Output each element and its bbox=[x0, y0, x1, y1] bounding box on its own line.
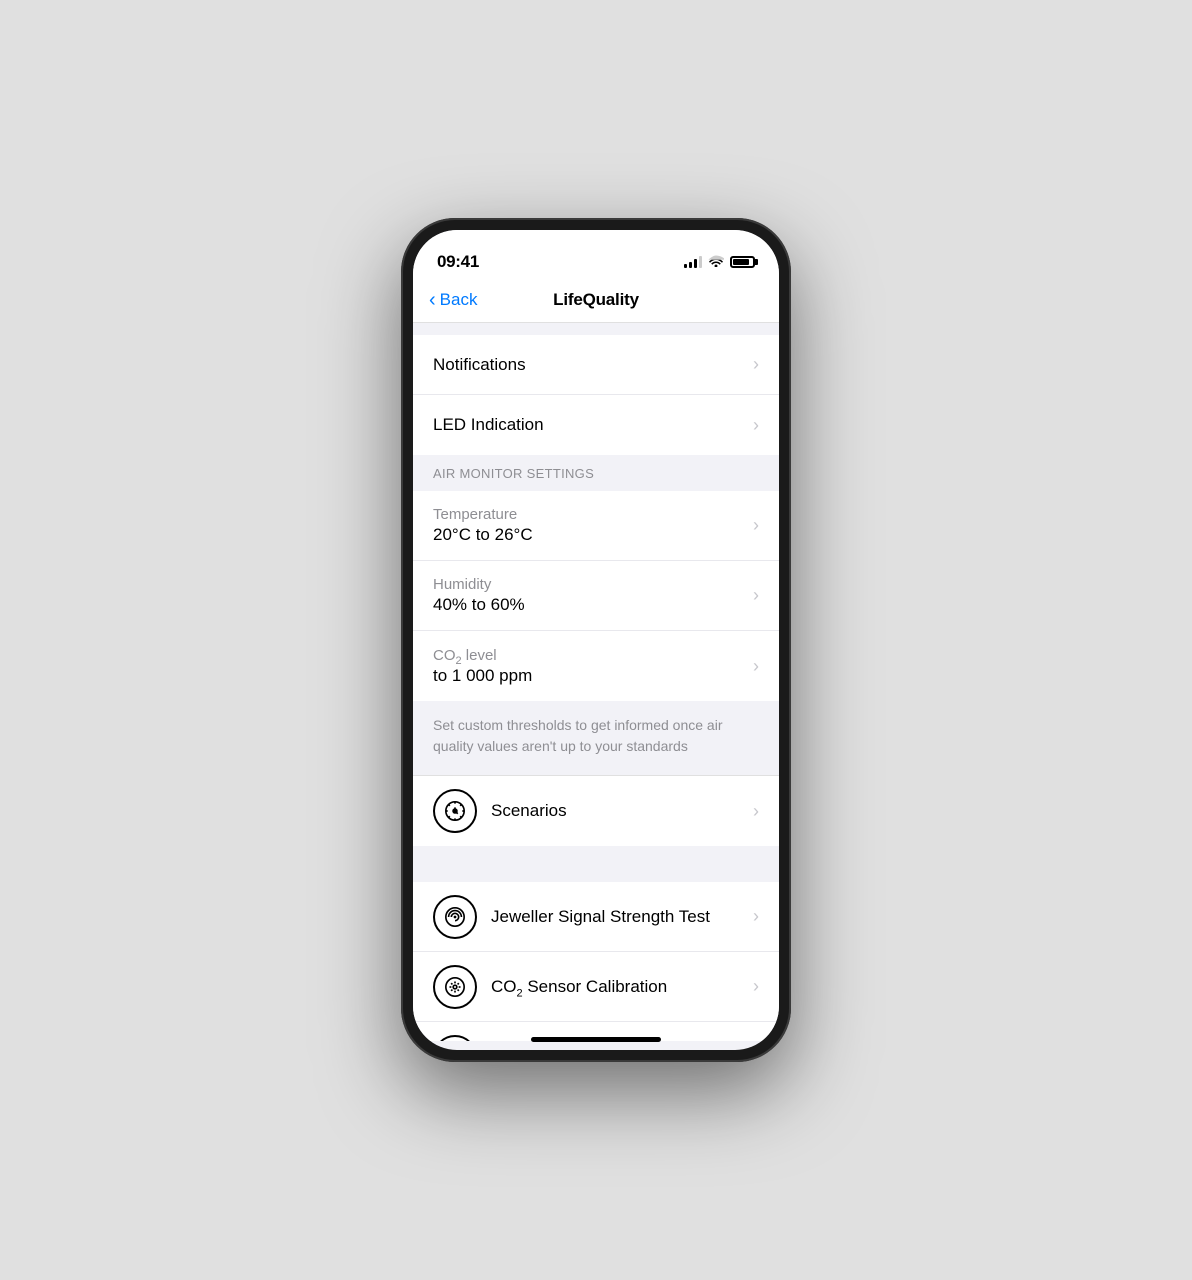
humidity-chevron-icon: › bbox=[753, 585, 759, 606]
scenarios-chevron-icon: › bbox=[753, 801, 759, 822]
scenarios-left: Scenarios bbox=[433, 789, 753, 833]
humidity-content: Humidity 40% to 60% bbox=[433, 576, 525, 615]
co2-content: CO2 level to 1 000 ppm bbox=[433, 647, 532, 686]
jeweller-label: Jeweller Signal Strength Test bbox=[491, 907, 710, 927]
co2-calibration-chevron-icon: › bbox=[753, 976, 759, 997]
air-monitor-card-group: Temperature 20°C to 26°C › Humidity 40% … bbox=[413, 491, 779, 701]
scenarios-card-group: Scenarios › bbox=[413, 776, 779, 846]
signal-icon bbox=[684, 256, 702, 268]
scenarios-label: Scenarios bbox=[491, 801, 567, 821]
co2-title: CO2 level bbox=[433, 647, 532, 664]
status-time: 09:41 bbox=[437, 252, 479, 272]
top-spacer bbox=[413, 323, 779, 335]
temperature-item[interactable]: Temperature 20°C to 26°C › bbox=[413, 491, 779, 561]
co2-calibration-item[interactable]: CO2 Sensor Calibration › bbox=[413, 952, 779, 1022]
nav-title: LifeQuality bbox=[553, 290, 639, 310]
led-indication-label: LED Indication bbox=[433, 415, 544, 435]
phone-screen: 09:41 bbox=[413, 230, 779, 1050]
scroll-content: Notifications › LED Indication › AIR MON… bbox=[413, 323, 779, 1041]
back-button[interactable]: ‹ Back bbox=[429, 290, 477, 310]
co2-calibration-label: CO2 Sensor Calibration bbox=[491, 977, 667, 997]
jeweller-icon bbox=[433, 895, 477, 939]
led-indication-item[interactable]: LED Indication › bbox=[413, 395, 779, 455]
description-box: Set custom thresholds to get informed on… bbox=[413, 701, 779, 775]
humidity-value: 40% to 60% bbox=[433, 595, 525, 615]
co2-calibration-left: CO2 Sensor Calibration bbox=[433, 965, 753, 1009]
scenarios-icon bbox=[433, 789, 477, 833]
notifications-item[interactable]: Notifications › bbox=[413, 335, 779, 395]
temperature-chevron-icon: › bbox=[753, 515, 759, 536]
scenarios-item[interactable]: Scenarios › bbox=[413, 776, 779, 846]
temperature-value: 20°C to 26°C bbox=[433, 525, 533, 545]
status-icons bbox=[684, 254, 755, 270]
notifications-chevron-icon: › bbox=[753, 354, 759, 375]
humidity-item[interactable]: Humidity 40% to 60% › bbox=[413, 561, 779, 631]
air-monitor-section-label: AIR MONITOR SETTINGS bbox=[433, 466, 594, 481]
first-card-group: Notifications › LED Indication › bbox=[413, 335, 779, 455]
home-indicator bbox=[531, 1037, 661, 1042]
status-bar: 09:41 bbox=[413, 230, 779, 280]
jeweller-left: Jeweller Signal Strength Test bbox=[433, 895, 753, 939]
phone-frame: 09:41 bbox=[401, 218, 791, 1062]
chevron-left-icon: ‹ bbox=[429, 290, 436, 310]
wifi-icon bbox=[708, 254, 724, 270]
co2-item[interactable]: CO2 level to 1 000 ppm › bbox=[413, 631, 779, 701]
led-chevron-icon: › bbox=[753, 415, 759, 436]
bottom-card-group: Jeweller Signal Strength Test › bbox=[413, 882, 779, 1041]
temperature-content: Temperature 20°C to 26°C bbox=[433, 506, 533, 545]
battery-icon bbox=[730, 256, 755, 268]
nav-bar: ‹ Back LifeQuality bbox=[413, 280, 779, 323]
notifications-label: Notifications bbox=[433, 355, 526, 375]
co2-value: to 1 000 ppm bbox=[433, 666, 532, 686]
jeweller-item[interactable]: Jeweller Signal Strength Test › bbox=[413, 882, 779, 952]
co2-calibration-icon bbox=[433, 965, 477, 1009]
air-monitor-section-header: AIR MONITOR SETTINGS bbox=[413, 455, 779, 491]
description-text: Set custom thresholds to get informed on… bbox=[433, 717, 722, 754]
temperature-title: Temperature bbox=[433, 506, 533, 523]
user-guide-icon bbox=[433, 1035, 477, 1041]
co2-chevron-icon: › bbox=[753, 656, 759, 677]
back-label: Back bbox=[440, 290, 478, 310]
humidity-title: Humidity bbox=[433, 576, 525, 593]
jeweller-chevron-icon: › bbox=[753, 906, 759, 927]
section-divider-2 bbox=[413, 846, 779, 882]
